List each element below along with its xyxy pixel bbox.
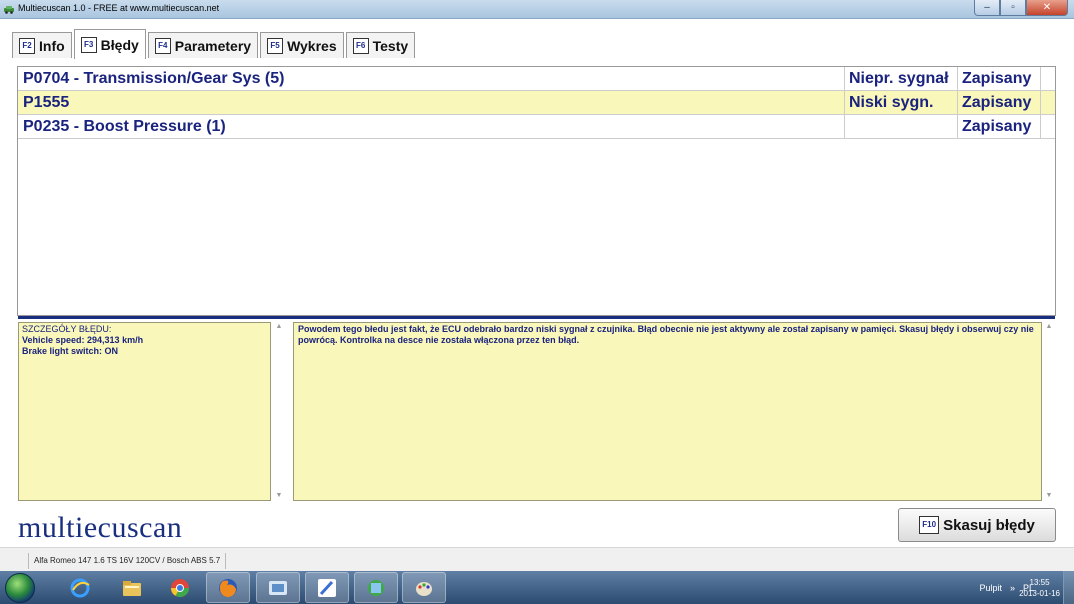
tab-testy[interactable]: F6 Testy: [345, 32, 416, 58]
description-scrollbar[interactable]: ▲ ▼: [1043, 322, 1055, 501]
vehicle-info: Alfa Romeo 147 1.6 TS 16V 120CV / Bosch …: [28, 553, 227, 569]
close-icon: ✕: [1042, 2, 1052, 13]
clock-date: 2013-01-16: [1019, 589, 1060, 598]
error-code: P1555: [18, 91, 845, 114]
tab-parametery[interactable]: F4 Parametery: [147, 32, 259, 58]
ie-icon: [70, 578, 90, 597]
details-header: SZCZEGÓŁY BŁĘDU:: [22, 324, 112, 334]
fkey-badge: F4: [154, 37, 171, 54]
clock[interactable]: 13:55 2013-01-16: [1019, 577, 1060, 599]
taskbar: Pulpit » PL 13:55 2013-01-16: [0, 571, 1074, 604]
start-orb[interactable]: [5, 573, 35, 603]
paint-icon: [416, 581, 432, 596]
taskbar-multiecuscan[interactable]: [256, 572, 300, 603]
pen-icon: [318, 578, 336, 597]
clear-errors-button[interactable]: F10 Skasuj błędy: [898, 508, 1056, 542]
tray-chevron-icon[interactable]: »: [1010, 583, 1015, 593]
tab-label: Info: [39, 37, 65, 54]
taskbar-ie[interactable]: [58, 572, 102, 603]
brand-logo: multiecuscan: [18, 511, 183, 544]
panel-divider: [18, 316, 1055, 319]
error-row[interactable]: P0235 - Boost Pressure (1) Zapisany: [18, 115, 1055, 139]
tab-wykres[interactable]: F5 Wykres: [260, 32, 344, 58]
show-desktop-button[interactable]: [1063, 571, 1074, 604]
tab-label: Parametery: [174, 37, 252, 54]
firefox-icon: [219, 578, 237, 597]
fkey-badge: F10: [919, 516, 940, 534]
error-status: Zapisany: [958, 91, 1041, 114]
multiecuscan-icon: [269, 580, 287, 595]
explorer-icon: [123, 580, 141, 596]
taskbar-firefox[interactable]: [206, 572, 250, 603]
error-list: P0704 - Transmission/Gear Sys (5) Niepr.…: [17, 66, 1056, 319]
maximize-button[interactable]: ▫: [1000, 0, 1026, 16]
network-icon: [368, 579, 384, 596]
tab-info[interactable]: F2 Info: [12, 32, 72, 58]
scroll-down-icon[interactable]: ▼: [273, 491, 285, 501]
tab-label: Błędy: [100, 36, 139, 53]
tab-label: Testy: [372, 37, 409, 54]
chrome-icon: [171, 578, 189, 597]
minimize-icon: –: [984, 2, 990, 13]
error-signal: Niski sygn.: [845, 91, 958, 114]
fkey-badge: F5: [267, 37, 284, 54]
error-status: Zapisany: [958, 67, 1041, 90]
scroll-up-icon[interactable]: ▲: [1043, 322, 1055, 332]
description-text: Powodem tego błedu jest fakt, że ECU ode…: [298, 324, 1034, 345]
fkey-badge: F2: [19, 37, 35, 54]
details-line: Vehicle speed: 294,313 km/h: [22, 335, 144, 345]
error-signal: [845, 115, 958, 138]
error-description-box[interactable]: Powodem tego błedu jest fakt, że ECU ode…: [293, 322, 1042, 501]
taskbar-explorer[interactable]: [110, 572, 154, 603]
error-row[interactable]: P1555 Niski sygn. Zapisany: [18, 91, 1055, 115]
taskbar-paint[interactable]: [402, 572, 446, 603]
taskbar-network[interactable]: [354, 572, 398, 603]
fkey-badge: F3: [80, 36, 97, 53]
error-status: Zapisany: [958, 115, 1041, 138]
error-signal: Niepr. sygnał: [845, 67, 958, 90]
fkey-badge: F6: [352, 37, 369, 54]
window-title: Multiecuscan 1.0 - FREE at www.multiecus…: [18, 3, 220, 13]
error-code: P0235 - Boost Pressure (1): [18, 115, 845, 138]
clear-errors-label: Skasuj błędy: [943, 516, 1035, 534]
error-code: P0704 - Transmission/Gear Sys (5): [18, 67, 845, 90]
scroll-down-icon[interactable]: ▼: [1043, 491, 1055, 501]
scroll-up-icon[interactable]: ▲: [273, 322, 285, 332]
desktop-toolbar-label[interactable]: Pulpit: [979, 583, 1002, 593]
taskbar-pen[interactable]: [305, 572, 349, 603]
tab-bar: F2 Info F3 Błędy F4 Parametery F5 Wykres…: [12, 28, 417, 59]
clock-time: 13:55: [1029, 578, 1050, 587]
details-scrollbar[interactable]: ▲ ▼: [273, 322, 285, 501]
car-icon: [4, 6, 14, 14]
maximize-icon: ▫: [1011, 2, 1015, 13]
minimize-button[interactable]: –: [974, 0, 1000, 16]
tab-label: Wykres: [287, 37, 337, 54]
error-details-box[interactable]: SZCZEGÓŁY BŁĘDU: Vehicle speed: 294,313 …: [18, 322, 271, 501]
title-bar: Multiecuscan 1.0 - FREE at www.multiecus…: [0, 0, 1074, 19]
error-row[interactable]: P0704 - Transmission/Gear Sys (5) Niepr.…: [18, 67, 1055, 91]
details-line: Brake light switch: ON: [22, 346, 119, 356]
taskbar-chrome[interactable]: [158, 572, 202, 603]
tab-bledy[interactable]: F3 Błędy: [73, 29, 146, 59]
close-button[interactable]: ✕: [1026, 0, 1068, 16]
status-bar: Alfa Romeo 147 1.6 TS 16V 120CV / Bosch …: [0, 547, 1074, 572]
